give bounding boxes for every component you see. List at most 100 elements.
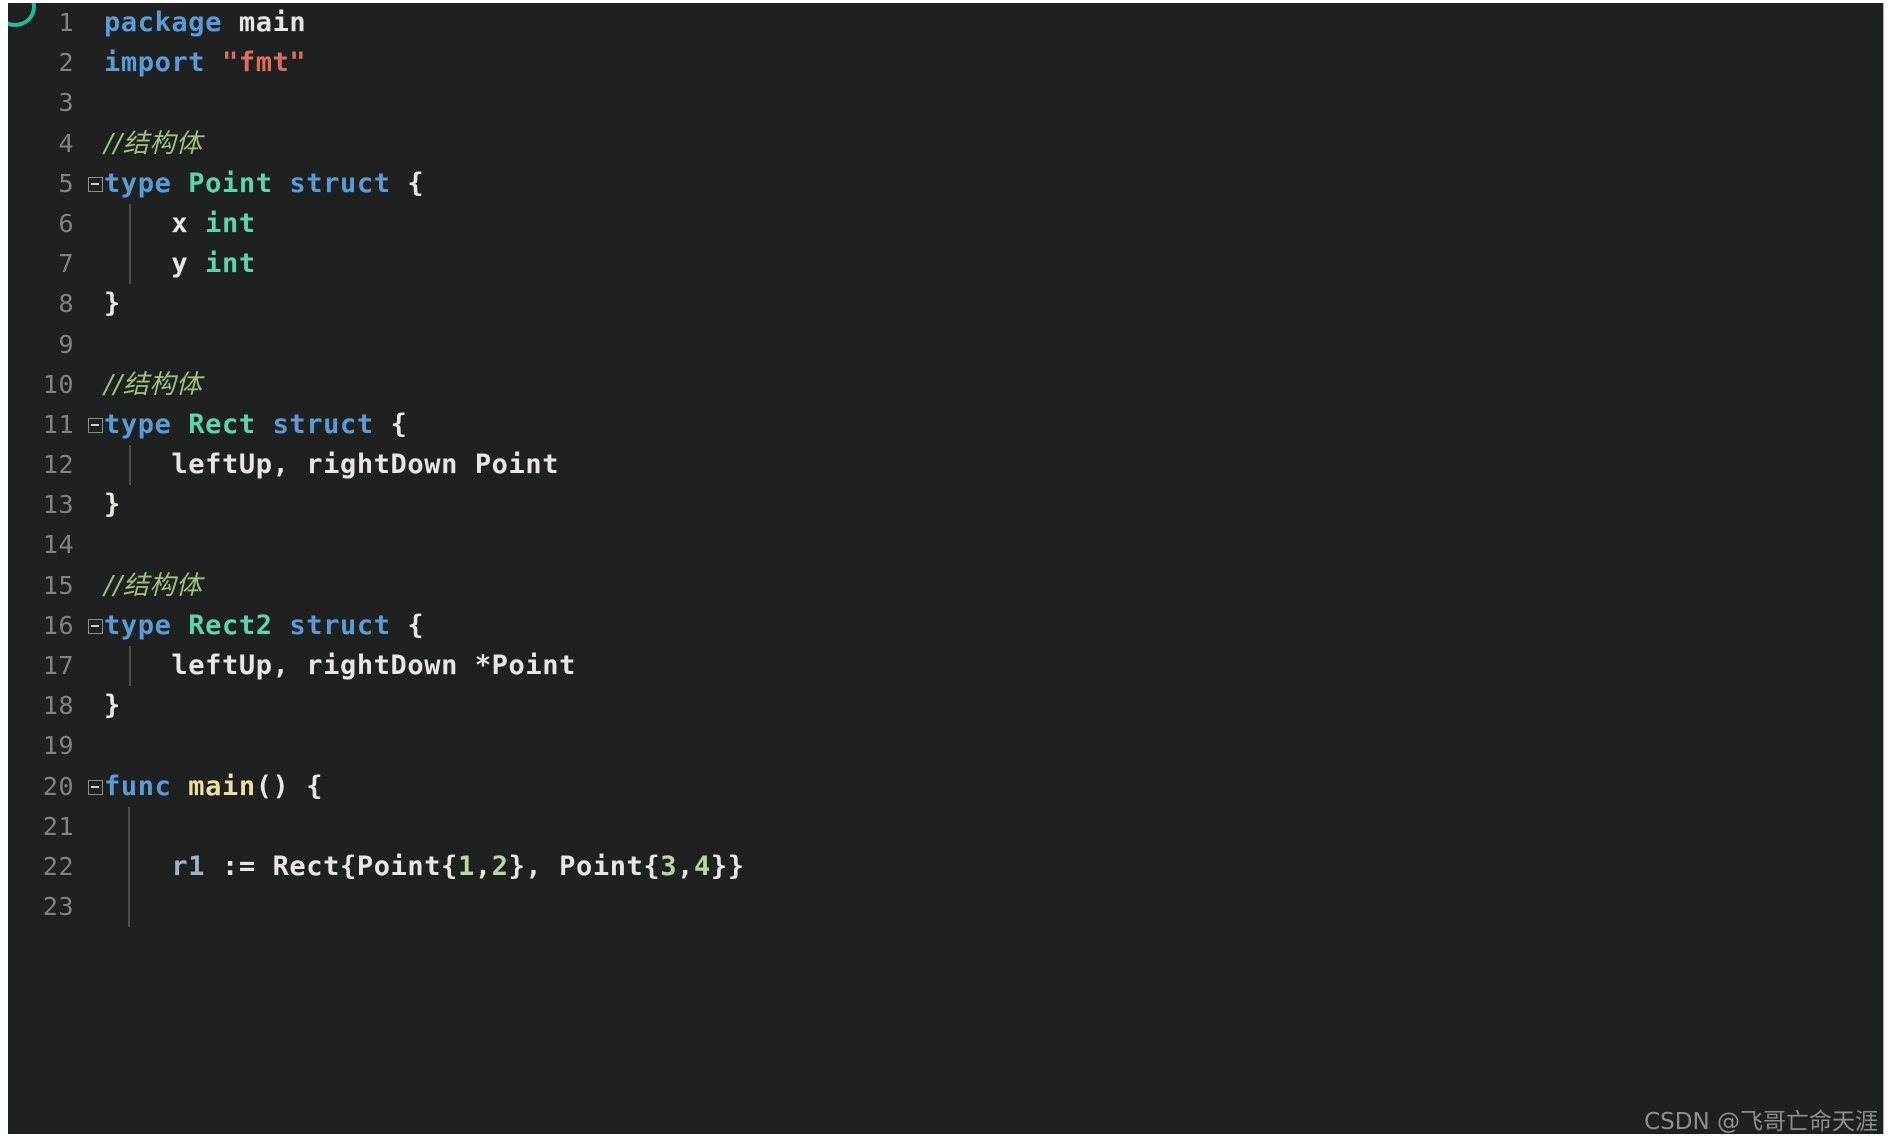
token-plain: , [677, 850, 694, 882]
code-line[interactable]: 2 import "fmt" [8, 43, 1883, 83]
code-text[interactable]: type Point struct { [104, 164, 424, 204]
line-number: 4 [58, 128, 74, 158]
code-line[interactable]: 19 [8, 726, 1883, 766]
code-text[interactable]: r1 := Rect{Point{1,2}, Point{3,4}} [104, 847, 745, 887]
line-number: 20 [42, 771, 74, 801]
code-text[interactable]: leftUp, rightDown *Point [104, 646, 576, 686]
token-brace: } [104, 288, 121, 320]
token-kw: struct [289, 609, 391, 641]
line-number: 13 [42, 490, 74, 520]
token-kw: package [104, 7, 222, 38]
token-num: 4 [694, 850, 711, 882]
token-plain: Point [559, 850, 644, 882]
token-com: //结构体 [104, 570, 203, 601]
code-text[interactable]: x int [104, 204, 256, 244]
token-brace: { [339, 850, 357, 882]
code-line[interactable]: 4 //结构体 [8, 124, 1883, 164]
token-kw: struct [289, 167, 391, 199]
token-kw: struct [272, 408, 374, 440]
code-text[interactable]: type Rect struct { [104, 405, 407, 445]
code-text[interactable]: //结构体 [104, 365, 203, 405]
token-brace: { [441, 850, 458, 882]
code-line[interactable]: 21 [8, 806, 1883, 847]
token-plain: Rect [272, 850, 340, 882]
fold-collapse-icon[interactable] [88, 176, 103, 192]
line-number: 3 [58, 88, 74, 118]
token-brace: { [407, 167, 425, 199]
token-brace: } [104, 489, 121, 521]
token-fn: main [188, 770, 256, 802]
line-number: 23 [42, 892, 74, 922]
code-line[interactable]: 18} [8, 686, 1883, 726]
token-pkg: main [238, 7, 307, 38]
line-number: 11 [42, 409, 74, 439]
code-text[interactable]: leftUp, rightDown Point [104, 445, 559, 485]
token-brace: } [104, 690, 121, 722]
code-line[interactable]: 20 func main() { [8, 767, 1883, 807]
line-number: 5 [58, 168, 74, 198]
line-number: 17 [42, 651, 74, 680]
code-line[interactable]: 16 type Rect2 struct { [8, 606, 1883, 646]
token-str: "fmt" [222, 47, 307, 79]
token-brace: { [407, 609, 425, 641]
code-line[interactable]: 3 [8, 83, 1883, 123]
token-num: 1 [457, 850, 475, 882]
token-var: r1 [171, 850, 206, 882]
code-line[interactable]: 1 package main [8, 3, 1883, 43]
token-com: //结构体 [104, 369, 203, 400]
code-line[interactable]: 10 //结构体 [8, 365, 1883, 405]
code-text[interactable]: type Rect2 struct { [104, 606, 424, 646]
line-number: 21 [42, 811, 74, 841]
line-number: 14 [42, 530, 74, 560]
code-lines-container[interactable]: 1 package main 2 import "fmt" 3 4//结构体 5 type P… [8, 3, 1883, 928]
code-line[interactable]: 22 r1 := Rect{Point{1,2}, Point{3,4}} [8, 846, 1883, 888]
code-text[interactable]: //结构体 [104, 566, 203, 606]
token-plain: leftUp, rightDown Point [104, 449, 560, 481]
token-kw: func [104, 770, 172, 802]
code-text[interactable]: } [104, 485, 121, 525]
code-line[interactable]: 12 leftUp, rightDown Point [8, 445, 1883, 486]
code-text[interactable]: //结构体 [104, 124, 203, 164]
fold-collapse-icon[interactable] [88, 417, 103, 433]
indent-guide [128, 887, 130, 928]
code-text[interactable]: import "fmt" [104, 43, 306, 83]
code-line[interactable]: 17 leftUp, rightDown *Point [8, 646, 1883, 687]
code-line[interactable]: 6 x int [8, 203, 1883, 245]
line-number: 12 [42, 450, 74, 480]
token-plain: := [205, 850, 273, 882]
code-text[interactable]: package main [104, 3, 306, 43]
code-editor[interactable]: 1 package main 2 import "fmt" 3 4//结构体 5 type P… [8, 3, 1884, 1134]
code-line[interactable]: 7 y int [8, 244, 1883, 285]
token-plain: y [104, 248, 189, 280]
code-line[interactable]: 13} [8, 485, 1883, 525]
token-kw: type [104, 167, 172, 199]
code-line[interactable]: 8} [8, 284, 1883, 324]
code-line[interactable]: 5 type Point struct { [8, 164, 1883, 204]
csdn-watermark: CSDN @飞哥亡命天涯 [1644, 1109, 1878, 1135]
code-text[interactable]: } [104, 284, 121, 324]
token-type: Rect [188, 408, 256, 440]
fold-collapse-icon[interactable] [88, 618, 103, 634]
code-line[interactable]: 11 type Rect struct { [8, 405, 1883, 445]
token-num: 2 [491, 850, 509, 882]
token-type: Rect2 [188, 609, 273, 641]
token-plain: x [104, 207, 189, 239]
fold-collapse-icon[interactable] [88, 779, 103, 795]
code-line[interactable]: 23 [8, 887, 1883, 928]
code-line[interactable]: 14 [8, 525, 1883, 565]
code-text[interactable]: func main() { [104, 767, 323, 807]
code-text[interactable]: y int [104, 244, 256, 284]
code-text[interactable]: } [104, 686, 121, 726]
code-line[interactable]: 15 //结构体 [8, 566, 1883, 606]
line-number: 1 [58, 8, 74, 37]
code-line[interactable]: 9 [8, 325, 1883, 365]
